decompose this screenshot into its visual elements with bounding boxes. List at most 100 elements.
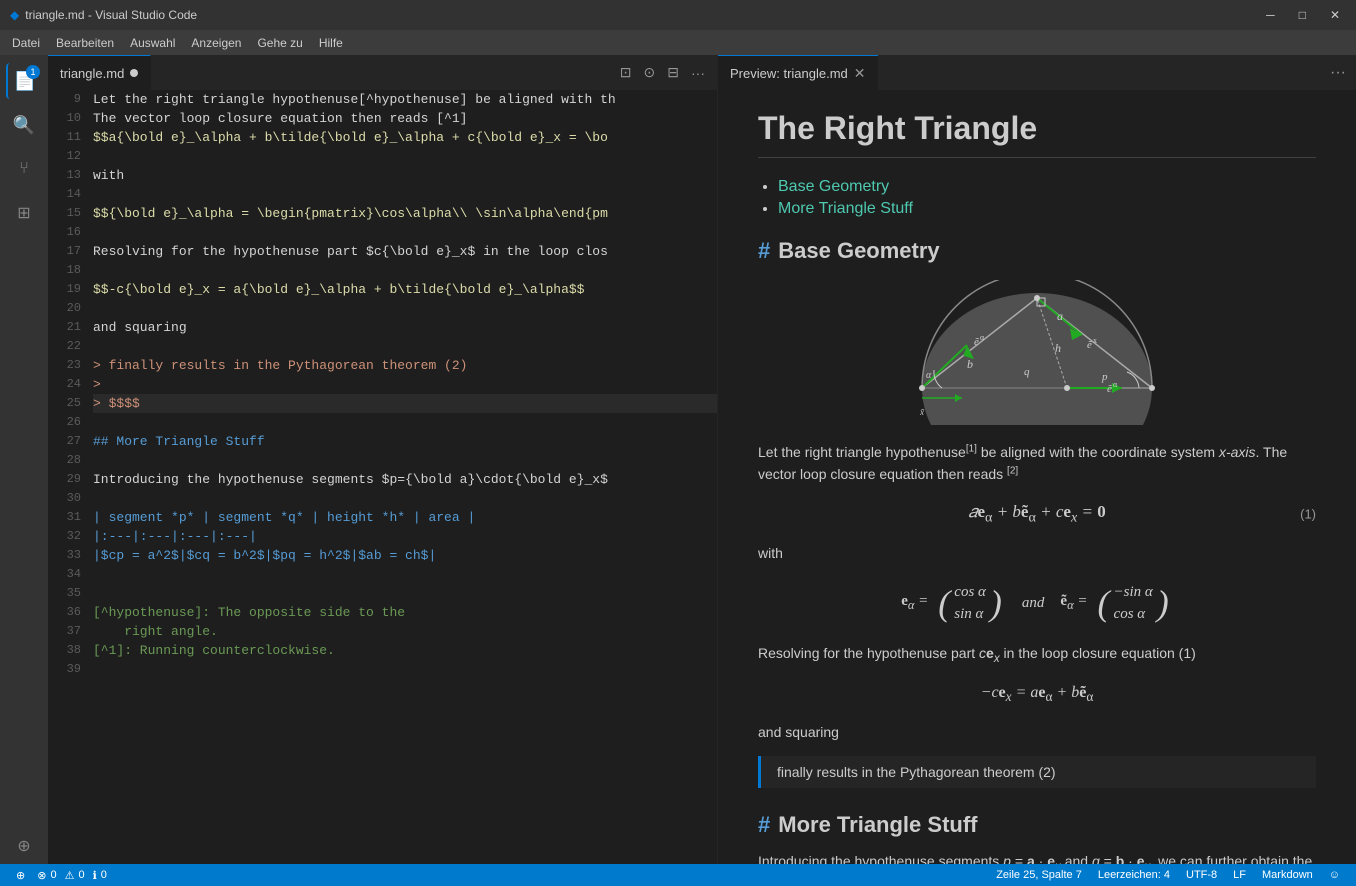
close-button[interactable]: ✕ bbox=[1324, 6, 1346, 24]
status-position[interactable]: Zeile 25, Spalte 7 bbox=[988, 869, 1090, 881]
titlebar-title: triangle.md - Visual Studio Code bbox=[25, 8, 197, 22]
search-icon: 🔍 bbox=[13, 115, 35, 136]
code-line-11: 11 $$a{\bold e}_\alpha + b\tilde{\bold e… bbox=[48, 128, 717, 147]
toc-link-more-triangle[interactable]: More Triangle Stuff bbox=[778, 200, 913, 217]
code-line-25: 25 > $$$$ bbox=[48, 394, 717, 413]
code-line-12: 12 bbox=[48, 147, 717, 166]
svg-text:b: b bbox=[967, 357, 973, 371]
status-spaces[interactable]: Leerzeichen: 4 bbox=[1090, 869, 1178, 881]
code-line-33: 33 |$cp = a^2$|$cq = b^2$|$pq = h^2$|$ab… bbox=[48, 546, 717, 565]
preview-more-button[interactable]: ··· bbox=[1320, 64, 1356, 82]
extensions-icon: ⊞ bbox=[17, 203, 30, 223]
code-line-16: 16 bbox=[48, 223, 717, 242]
editor-area: triangle.md ⊡ ⊙ ⊟ ··· 9 Let the right tr… bbox=[48, 55, 1356, 864]
svg-text:x̃: x̃ bbox=[919, 407, 925, 417]
section-base-geometry-title: Base Geometry bbox=[778, 238, 939, 264]
activity-search[interactable]: 🔍 bbox=[6, 107, 42, 143]
menu-gehe-zu[interactable]: Gehe zu bbox=[249, 34, 310, 52]
section-base-geometry-heading: # Base Geometry bbox=[758, 238, 1316, 264]
info-icon: ℹ bbox=[93, 869, 97, 882]
activity-bar: 📄 1 🔍 ⑂ ⊞ ⊕ bbox=[0, 55, 48, 864]
menu-anzeigen[interactable]: Anzeigen bbox=[183, 34, 249, 52]
app-icon: ◆ bbox=[10, 8, 19, 22]
code-line-27: 27 ## More Triangle Stuff bbox=[48, 432, 717, 451]
status-right: Zeile 25, Spalte 7 Leerzeichen: 4 UTF-8 … bbox=[988, 869, 1348, 881]
code-line-18: 18 bbox=[48, 261, 717, 280]
code-line-39: 39 bbox=[48, 660, 717, 679]
matrix-equation: eα = ( cos α sin α ) and ẽα = bbox=[758, 581, 1316, 626]
maximize-button[interactable]: □ bbox=[1293, 6, 1312, 24]
error-icon: ⊗ bbox=[37, 869, 46, 882]
toc-item-more-triangle: More Triangle Stuff bbox=[778, 200, 1316, 218]
preview-pane: Preview: triangle.md ✕ ··· The Right Tri… bbox=[718, 55, 1356, 864]
status-encoding[interactable]: UTF-8 bbox=[1178, 869, 1225, 881]
activity-source-control[interactable]: ⑂ bbox=[6, 151, 42, 187]
section-more-triangle-heading: # More Triangle Stuff bbox=[758, 812, 1316, 838]
code-line-17: 17 Resolving for the hypothenuse part $c… bbox=[48, 242, 717, 261]
code-line-36: 36 [^hypothenuse]: The opposite side to … bbox=[48, 603, 717, 622]
status-smiley[interactable]: ☺ bbox=[1321, 869, 1348, 881]
minimize-button[interactable]: ─ bbox=[1260, 6, 1281, 24]
svg-text:h: h bbox=[1055, 341, 1061, 355]
activity-remote[interactable]: ⊕ bbox=[6, 828, 42, 864]
status-remote[interactable]: ⊕ bbox=[8, 864, 33, 886]
and-squaring-text: and squaring bbox=[758, 721, 1316, 743]
blockquote-text: finally results in the Pythagorean theor… bbox=[777, 764, 1056, 780]
status-language[interactable]: Markdown bbox=[1254, 869, 1321, 881]
code-line-10: 10 The vector loop closure equation then… bbox=[48, 109, 717, 128]
menubar: Datei Bearbeiten Auswahl Anzeigen Gehe z… bbox=[0, 30, 1356, 55]
code-line-22: 22 bbox=[48, 337, 717, 356]
preview-title: The Right Triangle bbox=[758, 110, 1316, 158]
preview-para1: Let the right triangle hypothenuse[1] be… bbox=[758, 441, 1316, 486]
toc-link-base-geometry[interactable]: Base Geometry bbox=[778, 178, 889, 195]
blockquote: finally results in the Pythagorean theor… bbox=[758, 756, 1316, 788]
code-line-34: 34 bbox=[48, 565, 717, 584]
status-line-ending[interactable]: LF bbox=[1225, 869, 1254, 881]
editor-pane: triangle.md ⊡ ⊙ ⊟ ··· 9 Let the right tr… bbox=[48, 55, 718, 864]
activity-explorer[interactable]: 📄 1 bbox=[6, 63, 42, 99]
preview-content[interactable]: The Right Triangle Base Geometry More Tr… bbox=[718, 90, 1356, 864]
menu-auswahl[interactable]: Auswahl bbox=[122, 34, 183, 52]
remote-status-icon: ⊕ bbox=[16, 869, 25, 882]
main-area: 📄 1 🔍 ⑂ ⊞ ⊕ triangle.md ⊡ ⊙ bbox=[0, 55, 1356, 864]
equation-1-number: (1) bbox=[1300, 506, 1316, 521]
menu-bearbeiten[interactable]: Bearbeiten bbox=[48, 34, 122, 52]
editor-tab-bar: triangle.md ⊡ ⊙ ⊟ ··· bbox=[48, 55, 717, 90]
toc-list: Base Geometry More Triangle Stuff bbox=[758, 178, 1316, 218]
editor-tab-filename: triangle.md bbox=[60, 66, 124, 81]
more-actions-button[interactable]: ··· bbox=[687, 63, 709, 83]
code-line-13: 13 with bbox=[48, 166, 717, 185]
code-line-32: 32 |:---|:---|:---|:---| bbox=[48, 527, 717, 546]
code-editor[interactable]: 9 Let the right triangle hypothenuse[^hy… bbox=[48, 90, 717, 864]
more-intro-para: Introducing the hypothenuse segments p =… bbox=[758, 850, 1316, 864]
editor-tab[interactable]: triangle.md bbox=[48, 55, 151, 90]
menu-hilfe[interactable]: Hilfe bbox=[311, 34, 351, 52]
info-count: 0 bbox=[101, 869, 107, 881]
explorer-badge: 1 bbox=[26, 65, 40, 79]
preview-tab[interactable]: Preview: triangle.md ✕ bbox=[718, 55, 878, 90]
triangle-diagram: ẽ α b a h q p ẽ x ẽ α α bbox=[758, 280, 1316, 425]
code-line-35: 35 bbox=[48, 584, 717, 603]
code-line-15: 15 $${\bold e}_\alpha = \begin{pmatrix}\… bbox=[48, 204, 717, 223]
preview-tab-close-button[interactable]: ✕ bbox=[854, 65, 866, 82]
code-line-31: 31 | segment *p* | segment *q* | height … bbox=[48, 508, 717, 527]
equation-2: −cex = aeα + bẽα bbox=[758, 684, 1316, 705]
svg-text:x: x bbox=[1093, 336, 1097, 345]
menu-datei[interactable]: Datei bbox=[4, 34, 48, 52]
split-editor-button[interactable]: ⊡ bbox=[616, 62, 636, 83]
split-vertical-button[interactable]: ⊟ bbox=[663, 62, 683, 83]
code-line-30: 30 bbox=[48, 489, 717, 508]
titlebar: ◆ triangle.md - Visual Studio Code ─ □ ✕ bbox=[0, 0, 1356, 30]
code-line-19: 19 $$-c{\bold e}_x = a{\bold e}_\alpha +… bbox=[48, 280, 717, 299]
preview-tab-bar: Preview: triangle.md ✕ ··· bbox=[718, 55, 1356, 90]
svg-text:q: q bbox=[1024, 366, 1030, 378]
equation-1: 𝑎eα + bẽα + cex = 0 (1) bbox=[758, 502, 1316, 526]
code-line-24: 24 > bbox=[48, 375, 717, 394]
preview-tab-title: Preview: triangle.md bbox=[730, 66, 848, 81]
svg-text:α: α bbox=[926, 370, 932, 381]
open-preview-button[interactable]: ⊙ bbox=[640, 62, 660, 83]
activity-extensions[interactable]: ⊞ bbox=[6, 195, 42, 231]
code-line-20: 20 bbox=[48, 299, 717, 318]
section-more-triangle-title: More Triangle Stuff bbox=[778, 812, 977, 838]
svg-text:a: a bbox=[1057, 309, 1063, 323]
